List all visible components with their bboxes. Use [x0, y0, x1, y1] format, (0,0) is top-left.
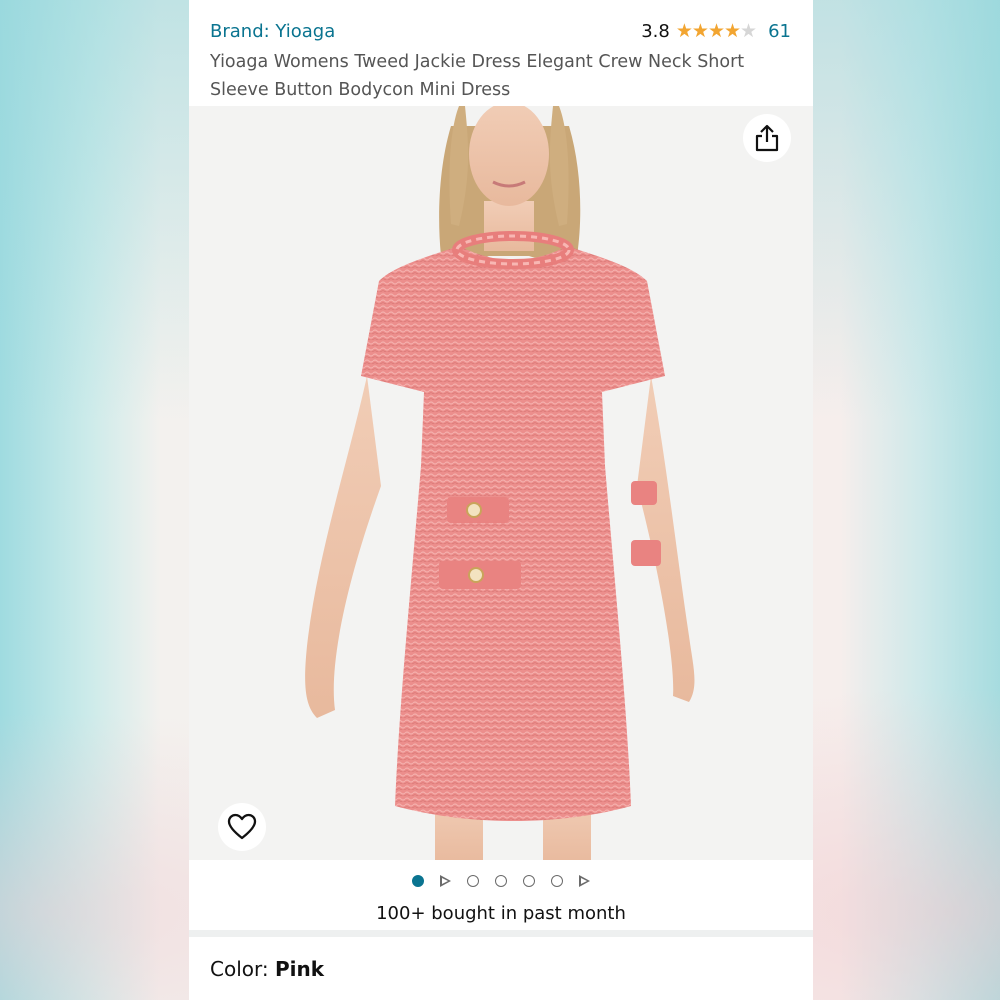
star-icon: ★	[740, 20, 757, 42]
color-label: Color:	[210, 957, 275, 981]
star-icon: ★	[675, 20, 693, 42]
gallery-dot[interactable]	[523, 875, 535, 887]
heart-icon	[227, 813, 257, 840]
star-icon: ★	[707, 20, 725, 42]
rating-value: 3.8	[641, 21, 670, 42]
gallery-dot-active[interactable]	[412, 875, 424, 887]
gallery-dot[interactable]	[551, 875, 563, 887]
star-icon: ★	[724, 20, 741, 42]
gallery-dot[interactable]	[467, 875, 479, 887]
rating-stars: ★ ★ ★ ★ ★	[675, 20, 757, 42]
video-play-icon[interactable]	[579, 875, 590, 887]
color-value: Pink	[274, 957, 325, 981]
share-button[interactable]	[743, 114, 791, 162]
rating-count-link[interactable]: 61	[768, 21, 791, 42]
share-icon	[755, 124, 779, 152]
product-title: Yioaga Womens Tweed Jackie Dress Elegant…	[210, 52, 745, 100]
model-photo	[305, 106, 695, 860]
gallery-pagination	[189, 871, 813, 891]
color-selection: Color: Pink	[210, 957, 324, 981]
star-icon: ★	[691, 20, 709, 42]
brand-link[interactable]: Brand: Yioaga	[210, 21, 335, 42]
section-divider	[189, 930, 813, 937]
video-play-icon[interactable]	[440, 875, 451, 887]
gallery-dot[interactable]	[495, 875, 507, 887]
product-panel: Brand: Yioaga 3.8 ★ ★ ★ ★ ★ 61 Yioaga Wo…	[189, 0, 813, 1000]
add-to-wishlist-button[interactable]	[218, 803, 266, 851]
product-image[interactable]	[189, 106, 813, 860]
product-header: Brand: Yioaga 3.8 ★ ★ ★ ★ ★ 61 Yioaga Wo…	[189, 0, 813, 106]
rating-summary[interactable]: 3.8 ★ ★ ★ ★ ★ 61	[641, 21, 791, 42]
bought-in-past-month: 100+ bought in past month	[376, 903, 626, 924]
